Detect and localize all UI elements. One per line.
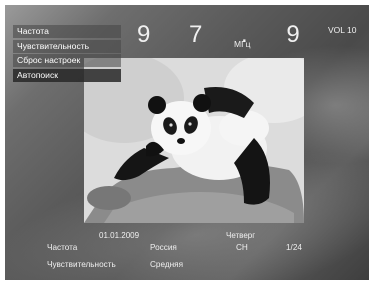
- sensitivity-label: Чувствительность: [47, 260, 116, 269]
- frequency-label: Частота: [47, 243, 78, 252]
- menu-item-autoscan[interactable]: Автопоиск: [13, 68, 121, 82]
- frequency-region-value: Россия: [150, 243, 177, 252]
- channel-value: 1/24: [286, 243, 302, 252]
- weekday-display: Четверг: [226, 231, 256, 240]
- frequency-readout: 9 7 . 9: [137, 21, 316, 48]
- menu-item-sensitivity[interactable]: Чувствительность: [13, 39, 121, 53]
- menu-item-frequency[interactable]: Частота: [13, 25, 121, 38]
- volume-indicator: VOL 10: [328, 25, 357, 35]
- sensitivity-value: Средняя: [150, 260, 184, 269]
- radio-screen: Частота Чувствительность Сброс настроек …: [5, 5, 369, 280]
- frequency-unit: МГц: [234, 39, 251, 49]
- date-display: 01.01.2009: [99, 231, 140, 240]
- settings-menu: Частота Чувствительность Сброс настроек …: [13, 25, 121, 83]
- menu-item-reset-settings[interactable]: Сброс настроек: [13, 54, 121, 67]
- channel-label: CH: [236, 243, 248, 252]
